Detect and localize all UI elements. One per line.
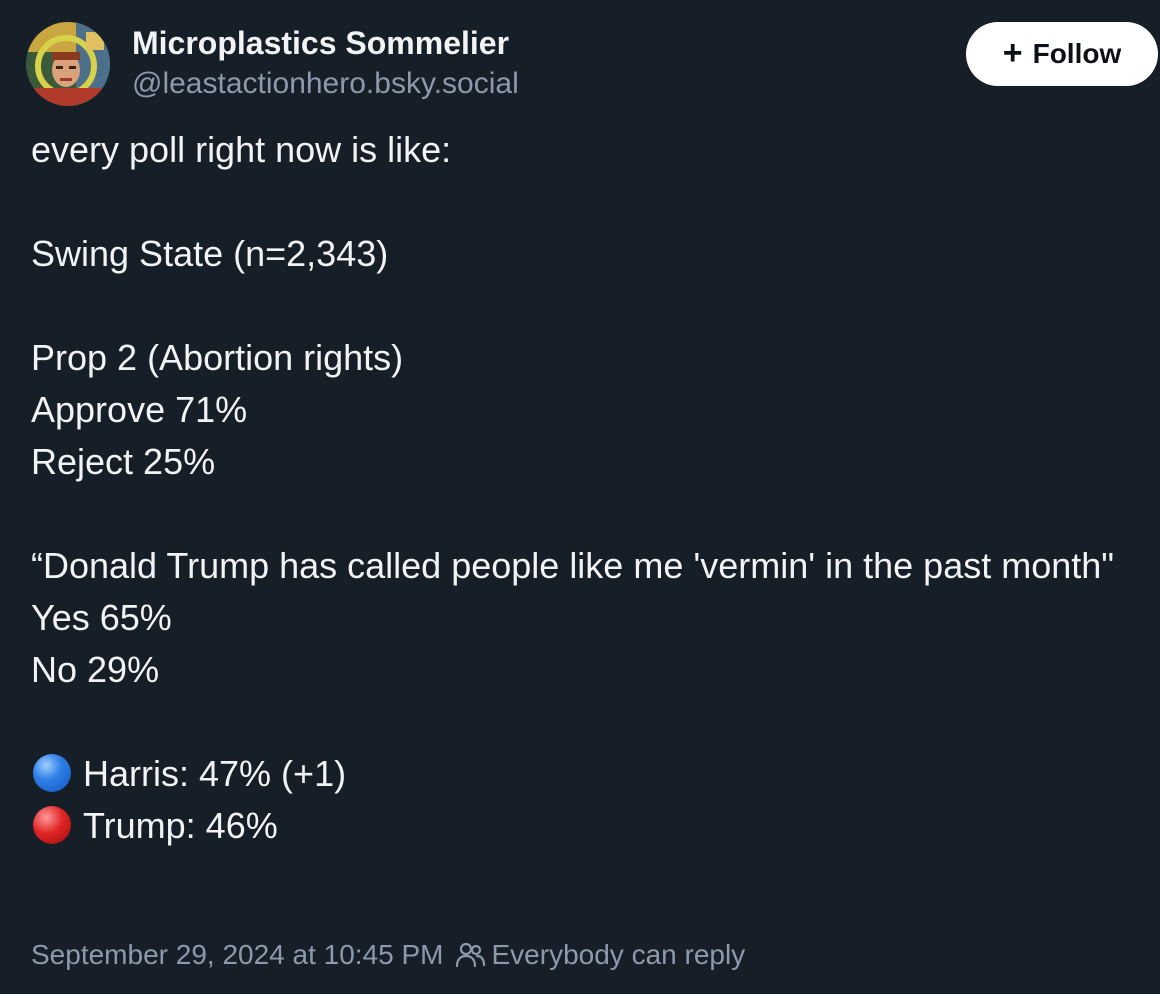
author-info: Microplastics Sommelier @leastactionhero…	[132, 22, 519, 104]
follow-button[interactable]: + Follow	[966, 22, 1158, 86]
people-icon	[455, 942, 485, 968]
candidate-2-line: Trump: 46%	[31, 800, 1131, 852]
q1-answer-1: Approve 71%	[31, 389, 248, 430]
post-intro: every poll right now is like:	[31, 129, 452, 170]
poll-title: Swing State (n=2,343)	[31, 233, 389, 274]
follow-button-label: Follow	[1032, 38, 1122, 69]
author-display-name[interactable]: Microplastics Sommelier	[132, 22, 519, 64]
blue-circle-icon	[33, 754, 71, 792]
avatar-image	[26, 22, 110, 106]
author-handle[interactable]: @leastactionhero.bsky.social	[132, 64, 519, 104]
candidate-1-line: Harris: 47% (+1)	[31, 748, 1131, 800]
question-2: “Donald Trump has called people like me …	[31, 545, 1115, 586]
post-header: Microplastics Sommelier @leastactionhero…	[24, 22, 1158, 108]
q1-answer-2: Reject 25%	[31, 441, 216, 482]
plus-icon: +	[1002, 34, 1023, 72]
post-container: Microplastics Sommelier @leastactionhero…	[0, 0, 1160, 994]
reply-setting: Everybody can reply	[491, 939, 746, 970]
q2-answer-1: Yes 65%	[31, 597, 172, 638]
avatar[interactable]	[26, 22, 110, 106]
red-circle-icon	[33, 806, 71, 844]
post-timestamp[interactable]: September 29, 2024 at 10:45 PM	[31, 939, 444, 971]
post-footer: September 29, 2024 at 10:45 PM Everybody…	[31, 932, 745, 978]
post-body: every poll right now is like: Swing Stat…	[31, 124, 1131, 852]
q2-answer-2: No 29%	[31, 649, 160, 690]
candidate-2: Trump: 46%	[83, 805, 278, 846]
candidate-1: Harris: 47% (+1)	[83, 753, 347, 794]
question-1: Prop 2 (Abortion rights)	[31, 337, 404, 378]
